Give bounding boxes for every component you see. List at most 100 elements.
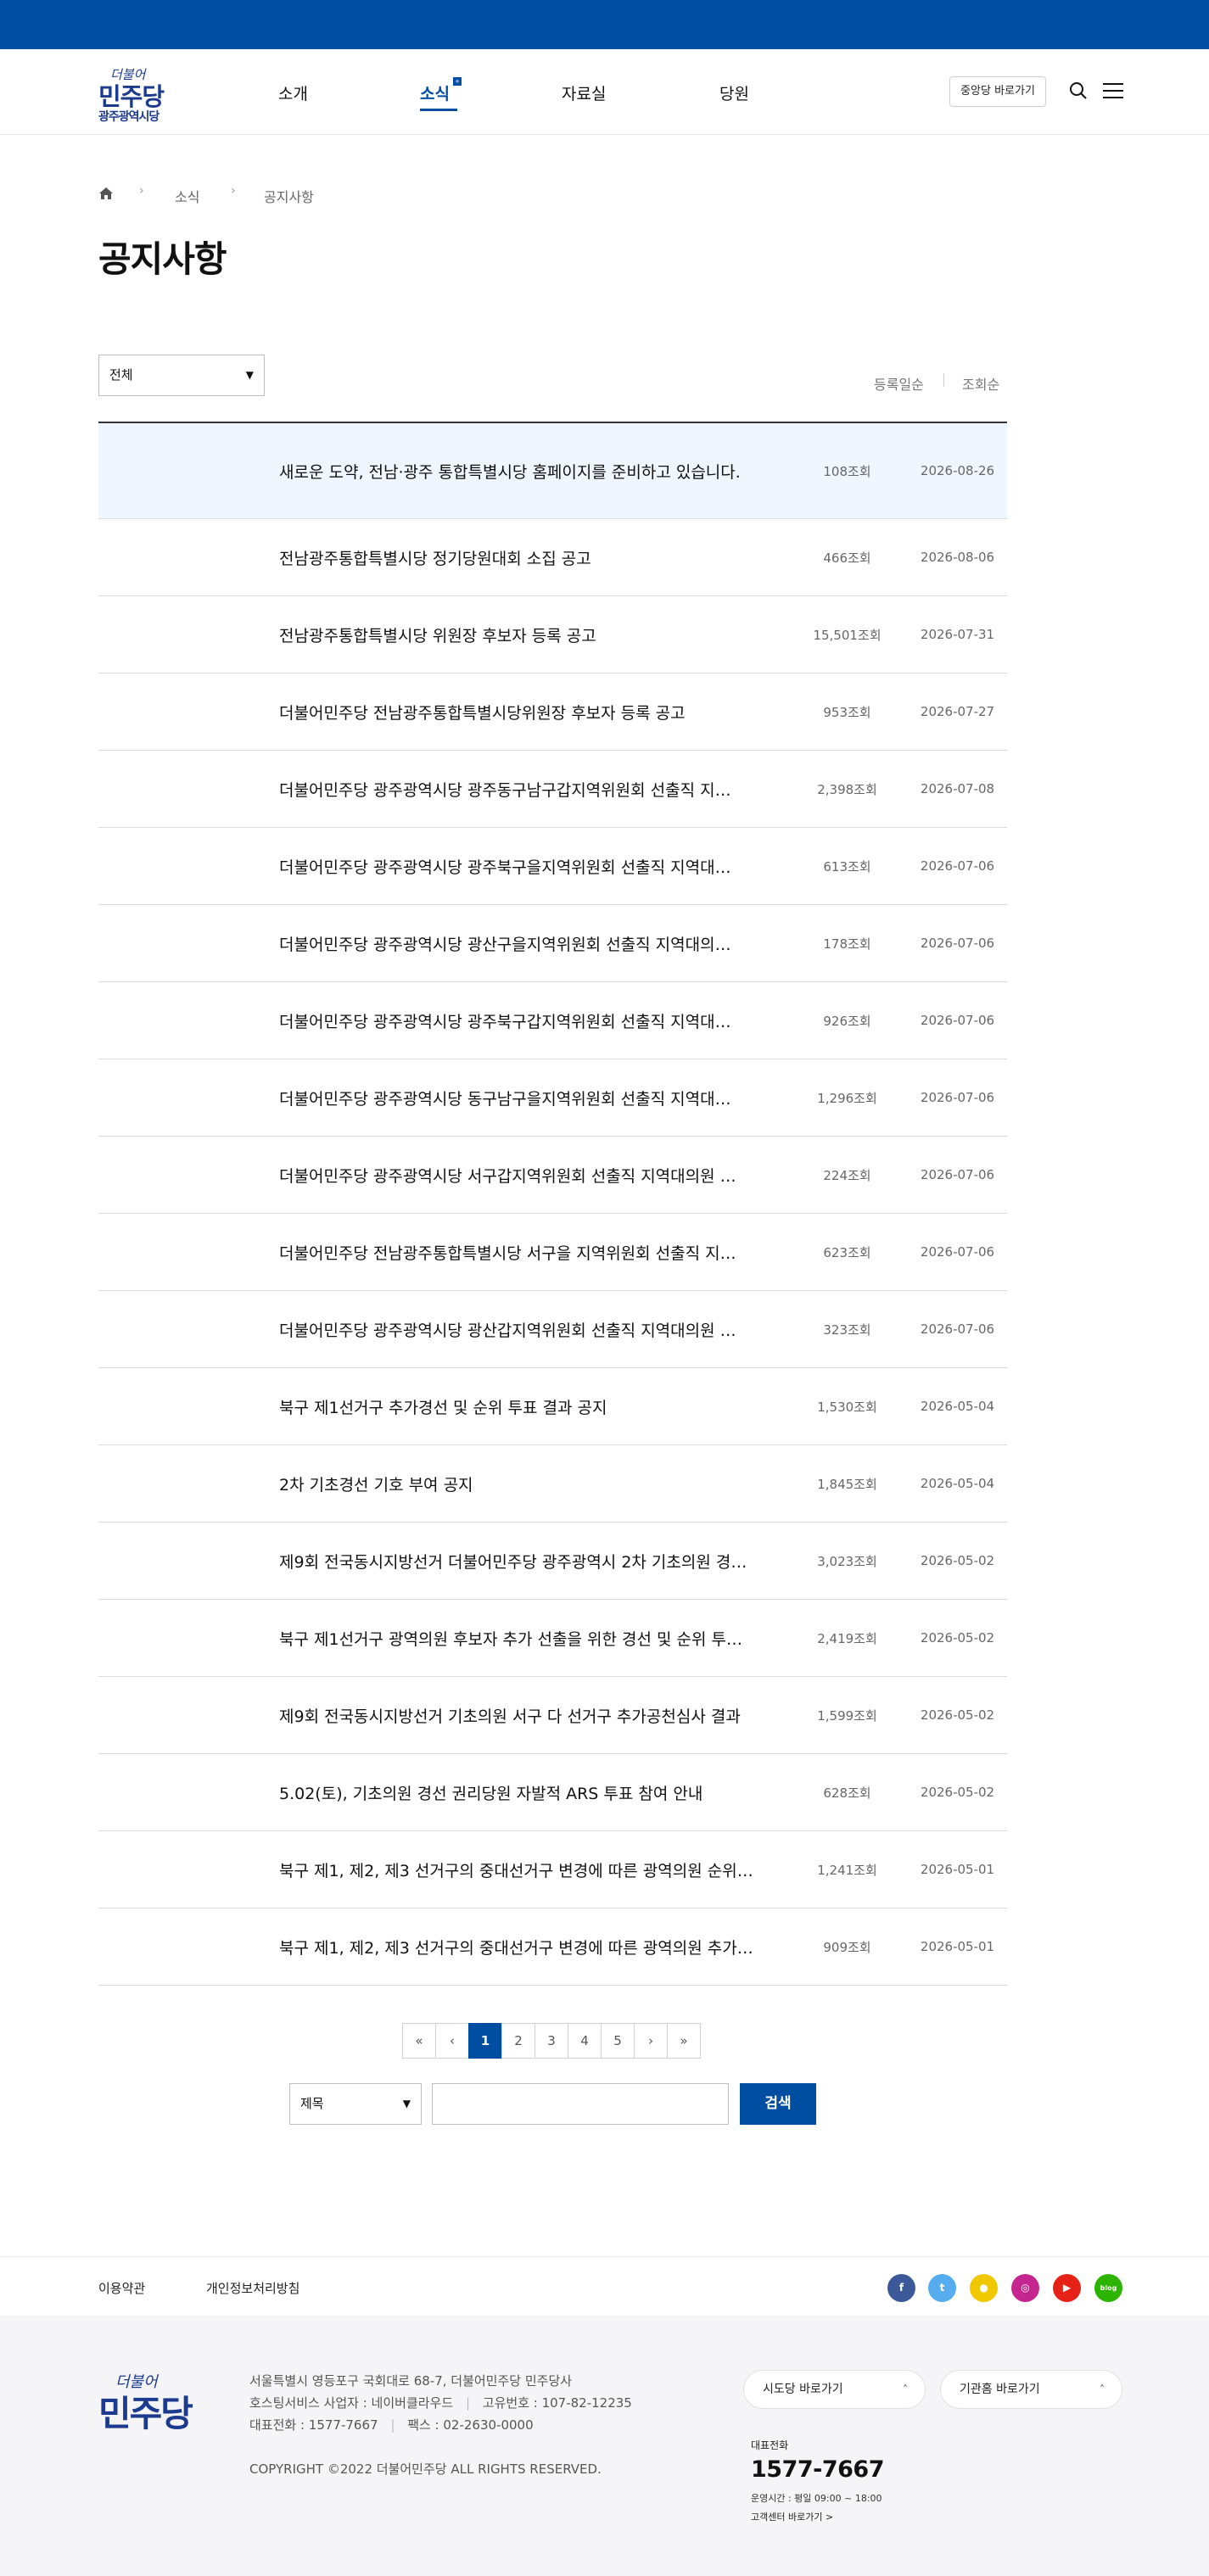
- notice-title[interactable]: 새로운 도약, 전남·광주 통합특별시당 홈페이지를 준비하고 있습니다.: [279, 423, 792, 518]
- sort-by-views[interactable]: 조회순: [962, 373, 999, 394]
- notice-title[interactable]: 전남광주통합특별시당 위원장 후보자 등록 공고: [279, 596, 792, 673]
- table-row[interactable]: 북구 제1선거구 광역의원 후보자 추가 선출을 위한 경선 및 순위 투… 2,…: [98, 1600, 1007, 1677]
- table-row[interactable]: 더불어민주당 전남광주통합특별시당위원장 후보자 등록 공고 953조회 2026-…: [98, 673, 1007, 751]
- footer-hours: 운영시간 : 평일 09:00 ~ 18:00: [751, 2493, 882, 2504]
- footer-hosting: 호스팅서비스 사업자 : 네이버클라우드: [249, 2395, 454, 2411]
- pagination-page-2[interactable]: 2: [501, 2023, 535, 2059]
- notice-views: 2,398조회: [817, 781, 877, 797]
- notice-views: 15,501조회: [813, 627, 882, 643]
- nav-item-news[interactable]: 소식: [420, 81, 450, 104]
- notice-views: 909조회: [823, 1939, 871, 1955]
- pagination-last-button[interactable]: »: [667, 2023, 701, 2059]
- nav-item-about[interactable]: 소개: [278, 81, 308, 104]
- notice-title[interactable]: 더불어민주당 광주광역시당 서구갑지역위원회 선출직 지역대의원 …: [279, 1137, 792, 1213]
- notice-views: 2,419조회: [817, 1630, 877, 1646]
- search-input[interactable]: [432, 2083, 729, 2125]
- notice-title[interactable]: 전남광주통합특별시당 정기당원대회 소집 공고: [279, 519, 792, 595]
- nav-item-archive[interactable]: 자료실: [562, 81, 606, 104]
- table-row[interactable]: 북구 제1, 제2, 제3 선거구의 중대선거구 변경에 따른 광역의원 추가……: [98, 1908, 1007, 1986]
- notice-title[interactable]: 5.02(토), 기초의원 경선 권리당원 자발적 ARS 투표 참여 안내: [279, 1754, 792, 1830]
- institution-dropdown[interactable]: 기관홈 바로가기 ˄: [940, 2370, 1122, 2409]
- pagination-prev-button[interactable]: ‹: [435, 2023, 469, 2059]
- customer-center-link[interactable]: 고객센터 바로가기 >: [751, 2510, 833, 2523]
- notice-views: 926조회: [823, 1013, 871, 1029]
- twitter-icon[interactable]: t: [928, 2274, 956, 2302]
- home-icon[interactable]: [98, 186, 114, 201]
- notice-views: 108조회: [823, 463, 871, 479]
- search-field-select[interactable]: 제목 ▼: [289, 2083, 422, 2125]
- nav-item-members[interactable]: 당원: [719, 81, 749, 104]
- instagram-icon[interactable]: ◎: [1011, 2274, 1039, 2302]
- notice-views: 323조회: [823, 1322, 871, 1338]
- table-row[interactable]: 더불어민주당 광주광역시당 광산구을지역위원회 선출직 지역대의… 178조회 20…: [98, 905, 1007, 982]
- table-row[interactable]: 새로운 도약, 전남·광주 통합특별시당 홈페이지를 준비하고 있습니다. 108…: [98, 423, 1007, 519]
- table-row[interactable]: 2차 기초경선 기호 부여 공지 1,845조회 2026-05-04: [98, 1445, 1007, 1523]
- pagination-first-button[interactable]: «: [402, 2023, 436, 2059]
- footer-copyright: COPYRIGHT ©2022 더불어민주당 ALL RIGHTS RESERV…: [249, 2461, 602, 2477]
- notice-date: 2026-07-06: [920, 1244, 995, 1260]
- notice-list: 새로운 도약, 전남·광주 통합특별시당 홈페이지를 준비하고 있습니다. 108…: [98, 422, 1007, 1986]
- hq-link-button[interactable]: 중앙당 바로가기: [949, 76, 1046, 107]
- notice-title[interactable]: 북구 제1, 제2, 제3 선거구의 중대선거구 변경에 따른 광역의원 추가…: [279, 1908, 792, 1985]
- notice-title[interactable]: 더불어민주당 광주광역시당 광주북구갑지역위원회 선출직 지역대…: [279, 982, 792, 1059]
- footer-main-tel: 대표전화 : 1577-7667: [249, 2417, 378, 2433]
- notice-title[interactable]: 더불어민주당 전남광주통합특별시당위원장 후보자 등록 공고: [279, 673, 792, 750]
- table-row[interactable]: 더불어민주당 광주광역시당 광주동구남구갑지역위원회 선출직 지… 2,398조회…: [98, 751, 1007, 828]
- notice-date: 2026-05-01: [920, 1939, 995, 1954]
- footer-logo: 더불어 민주당: [98, 2370, 217, 2434]
- notice-title[interactable]: 제9회 전국동시지방선거 더불어민주당 광주광역시 2차 기초의원 경…: [279, 1523, 792, 1599]
- table-row[interactable]: 제9회 전국동시지방선거 더불어민주당 광주광역시 2차 기초의원 경… 3,02…: [98, 1523, 1007, 1600]
- facebook-icon[interactable]: f: [887, 2274, 915, 2302]
- notice-title[interactable]: 북구 제1선거구 광역의원 후보자 추가 선출을 위한 경선 및 순위 투…: [279, 1600, 792, 1676]
- table-row[interactable]: 5.02(토), 기초의원 경선 권리당원 자발적 ARS 투표 참여 안내 62…: [98, 1754, 1007, 1831]
- search-icon[interactable]: [1069, 81, 1088, 100]
- table-row[interactable]: 더불어민주당 전남광주통합특별시당 서구을 지역위원회 선출직 지… 623조회 2…: [98, 1214, 1007, 1291]
- pagination-page-4[interactable]: 4: [568, 2023, 602, 2059]
- dropdown-arrow-icon: ▼: [402, 2098, 411, 2109]
- category-filter-select[interactable]: 전체 ▼: [98, 355, 265, 396]
- table-row[interactable]: 더불어민주당 광주광역시당 동구남구을지역위원회 선출직 지역대… 1,296조회…: [98, 1059, 1007, 1137]
- notice-title[interactable]: 더불어민주당 광주광역시당 광주북구을지역위원회 선출직 지역대…: [279, 828, 792, 904]
- pagination-page-5[interactable]: 5: [601, 2023, 635, 2059]
- sort-divider: [943, 373, 944, 387]
- breadcrumb-item-notice[interactable]: 공지사항: [264, 186, 314, 206]
- table-row[interactable]: 더불어민주당 광주광역시당 광주북구을지역위원회 선출직 지역대… 613조회 20…: [98, 828, 1007, 905]
- blog-icon[interactable]: blog: [1094, 2274, 1122, 2302]
- logo-sub-text: 광주광역시당: [98, 110, 160, 124]
- table-row[interactable]: 전남광주통합특별시당 위원장 후보자 등록 공고 15,501조회 2026-07-…: [98, 596, 1007, 673]
- footer-address: 서울특별시 영등포구 국회대로 68-7, 더불어민주당 민주당사: [249, 2373, 573, 2389]
- kakaotalk-icon[interactable]: ●: [970, 2274, 998, 2302]
- notice-date: 2026-05-02: [920, 1630, 995, 1646]
- table-row[interactable]: 북구 제1선거구 추가경선 및 순위 투표 결과 공지 1,530조회 2026-0…: [98, 1368, 1007, 1445]
- table-row[interactable]: 더불어민주당 광주광역시당 서구갑지역위원회 선출직 지역대의원 … 224조회 2…: [98, 1137, 1007, 1214]
- pagination-page-3[interactable]: 3: [535, 2023, 568, 2059]
- page-title: 공지사항: [98, 238, 227, 280]
- table-row[interactable]: 북구 제1, 제2, 제3 선거구의 중대선거구 변경에 따른 광역의원 순위……: [98, 1831, 1007, 1908]
- notice-title[interactable]: 더불어민주당 광주광역시당 동구남구을지역위원회 선출직 지역대…: [279, 1059, 792, 1136]
- table-row[interactable]: 더불어민주당 광주광역시당 광산갑지역위원회 선출직 지역대의원 … 323조회 2…: [98, 1291, 1007, 1368]
- notice-title[interactable]: 북구 제1선거구 추가경선 및 순위 투표 결과 공지: [279, 1368, 792, 1444]
- notice-title[interactable]: 더불어민주당 전남광주통합특별시당 서구을 지역위원회 선출직 지…: [279, 1214, 792, 1290]
- privacy-policy-link[interactable]: 개인정보처리방침: [206, 2279, 299, 2297]
- notice-title[interactable]: 2차 기초경선 기호 부여 공지: [279, 1445, 792, 1522]
- pagination-page-1[interactable]: 1: [468, 2023, 502, 2059]
- site-logo[interactable]: 더불어 민주당 광주광역시당: [98, 65, 183, 124]
- youtube-icon[interactable]: ▶: [1053, 2274, 1081, 2302]
- notice-title[interactable]: 제9회 전국동시지방선거 기초의원 서구 다 선거구 추가공천심사 결과: [279, 1677, 792, 1753]
- pagination-next-button[interactable]: ›: [634, 2023, 668, 2059]
- table-row[interactable]: 제9회 전국동시지방선거 기초의원 서구 다 선거구 추가공천심사 결과 1,59…: [98, 1677, 1007, 1754]
- search-button[interactable]: 검색: [740, 2083, 816, 2125]
- province-party-dropdown[interactable]: 시도당 바로가기 ˄: [743, 2370, 926, 2409]
- notice-date: 2026-07-06: [920, 1090, 995, 1105]
- notice-title[interactable]: 더불어민주당 광주광역시당 광산갑지역위원회 선출직 지역대의원 …: [279, 1291, 792, 1367]
- notice-date: 2026-07-27: [920, 704, 995, 719]
- breadcrumb-item-news[interactable]: 소식: [175, 186, 199, 206]
- notice-title[interactable]: 북구 제1, 제2, 제3 선거구의 중대선거구 변경에 따른 광역의원 순위…: [279, 1831, 792, 1908]
- hamburger-menu-icon[interactable]: [1103, 83, 1123, 98]
- terms-link[interactable]: 이용약관: [98, 2279, 145, 2297]
- notice-title[interactable]: 더불어민주당 광주광역시당 광산구을지역위원회 선출직 지역대의…: [279, 905, 792, 981]
- table-row[interactable]: 전남광주통합특별시당 정기당원대회 소집 공고 466조회 2026-08-06: [98, 519, 1007, 596]
- notice-title[interactable]: 더불어민주당 광주광역시당 광주동구남구갑지역위원회 선출직 지…: [279, 751, 792, 827]
- sort-by-date[interactable]: 등록일순: [874, 373, 924, 394]
- table-row[interactable]: 더불어민주당 광주광역시당 광주북구갑지역위원회 선출직 지역대… 926조회 20…: [98, 982, 1007, 1059]
